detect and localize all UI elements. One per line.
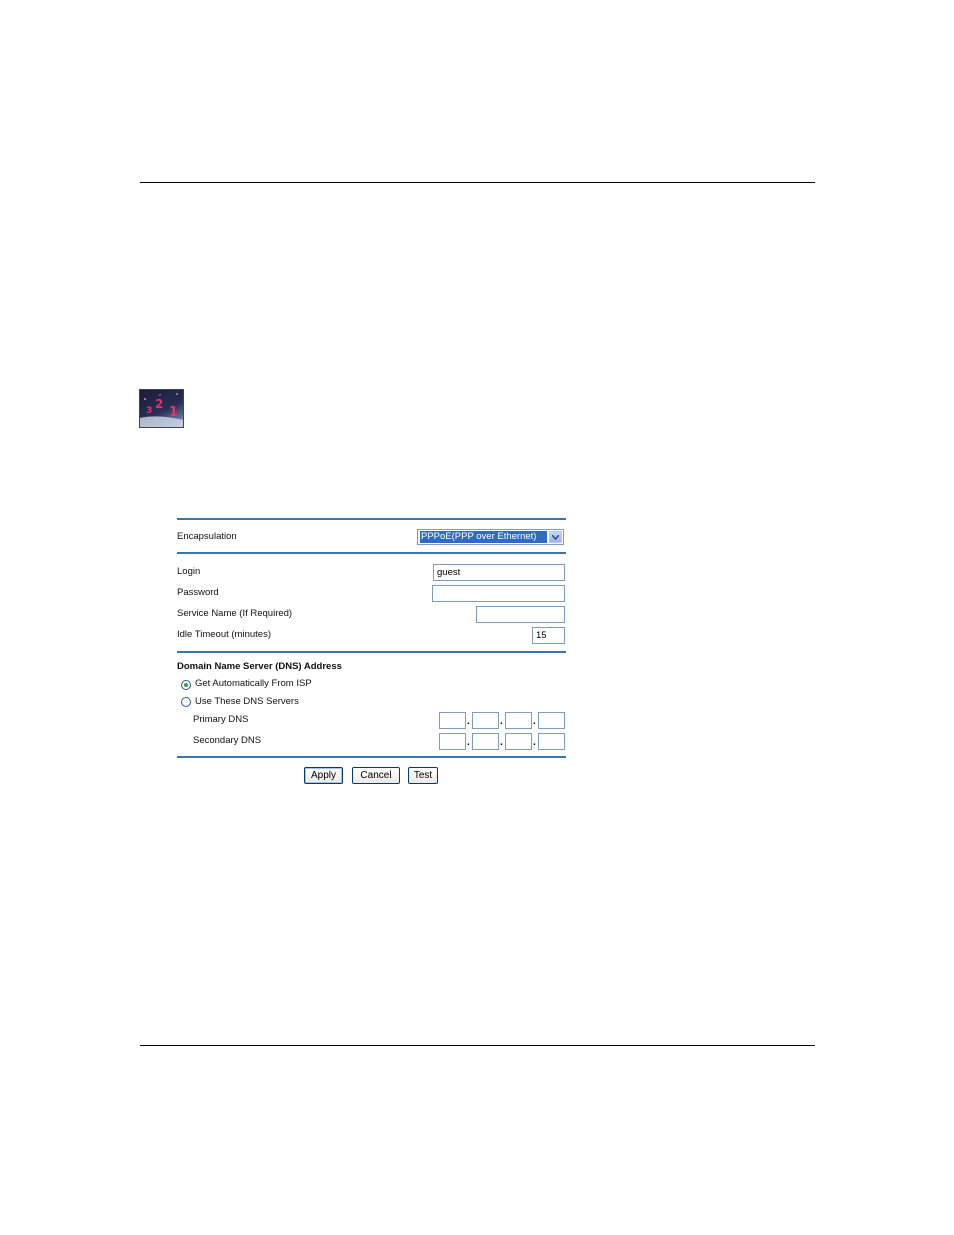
password-label: Password [177, 587, 219, 598]
idle-timeout-input[interactable]: 15 [532, 627, 565, 644]
svg-text:2: 2 [155, 397, 163, 411]
primary-dns-octet-2[interactable] [472, 712, 499, 729]
secondary-dns-octet-4[interactable] [538, 733, 565, 750]
encapsulation-label: Encapsulation [177, 531, 237, 542]
cancel-button[interactable]: Cancel [352, 767, 400, 784]
dns-auto-radio[interactable] [181, 680, 191, 690]
section-divider [177, 756, 566, 758]
octet-separator: . [467, 716, 470, 727]
encapsulation-select[interactable]: PPPoE(PPP over Ethernet) [417, 529, 564, 545]
footer-rule [140, 1045, 815, 1046]
login-label: Login [177, 566, 201, 577]
encapsulation-selected-value: PPPoE(PPP over Ethernet) [420, 531, 547, 543]
secondary-dns-octet-3[interactable] [505, 733, 532, 750]
section-divider [177, 651, 566, 653]
section-divider [177, 518, 566, 520]
primary-dns-label: Primary DNS [193, 714, 249, 725]
primary-dns-octet-1[interactable] [439, 712, 466, 729]
password-input[interactable] [432, 585, 565, 602]
service-name-label: Service Name (If Required) [177, 608, 293, 619]
secondary-dns-octet-1[interactable] [439, 733, 466, 750]
secondary-dns-label: Secondary DNS [193, 735, 262, 746]
primary-dns-octet-4[interactable] [538, 712, 565, 729]
octet-separator: . [467, 737, 470, 748]
secondary-dns-octet-2[interactable] [472, 733, 499, 750]
countdown-123-icon: 3 2 1 [139, 389, 184, 428]
idle-timeout-label: Idle Timeout (minutes) [177, 629, 271, 640]
header-rule [140, 182, 815, 183]
service-name-input[interactable] [476, 606, 565, 623]
radio-selected-dot [184, 683, 188, 687]
octet-separator: . [533, 716, 536, 727]
apply-button[interactable]: Apply [304, 767, 343, 784]
octet-separator: . [500, 737, 503, 748]
test-button[interactable]: Test [408, 767, 438, 784]
dns-section-heading: Domain Name Server (DNS) Address [177, 661, 342, 672]
dns-auto-label: Get Automatically From ISP [195, 678, 312, 689]
section-divider [177, 552, 566, 554]
octet-separator: . [500, 716, 503, 727]
dns-manual-radio[interactable] [181, 697, 191, 707]
chevron-down-icon[interactable] [549, 531, 562, 543]
primary-dns-octet-3[interactable] [505, 712, 532, 729]
dns-manual-label: Use These DNS Servers [195, 696, 299, 707]
svg-text:3: 3 [146, 406, 152, 416]
login-input[interactable]: guest [433, 564, 565, 581]
octet-separator: . [533, 737, 536, 748]
svg-text:1: 1 [169, 405, 178, 420]
